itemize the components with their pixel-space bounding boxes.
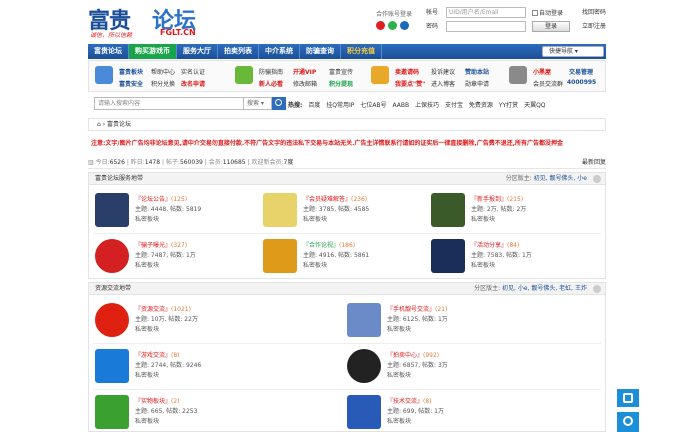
logo-domain: FGLT.CN (160, 28, 196, 37)
auto-login-checkbox[interactable]: 自动登录 (532, 7, 563, 20)
quick-link[interactable]: 投诉建议 (431, 67, 455, 76)
qq-icon[interactable] (376, 21, 385, 30)
quick-link[interactable]: 会员交流群 (533, 79, 563, 88)
forum-icon (95, 395, 129, 429)
nav-antifraud[interactable]: 防骗查询 (300, 44, 341, 59)
collapse-icon[interactable] (593, 285, 601, 293)
register-link[interactable]: 立即注册 (582, 20, 606, 33)
login-form: 帐号 UID/用户名/Email 自动登录 找回密码 密码 登录 立即注册 (426, 6, 606, 34)
section-title[interactable]: 富贵论坛服务地带 (95, 175, 143, 182)
password-label: 密码 (426, 23, 439, 30)
password-input[interactable] (446, 21, 526, 32)
hot-link[interactable]: 挂Q常用IP (326, 102, 354, 109)
home-icon[interactable]: ⌂ (97, 121, 101, 128)
main-nav: 富贵论坛 购买游戏币 服务大厅 拍卖列表 中介系统 防骗查询 积分充值 快捷导航… (88, 44, 606, 59)
quick-link[interactable]: 改名申请 (181, 79, 205, 88)
account-input[interactable]: UID/用户名/Email (446, 7, 526, 18)
forum-section-service: 富贵论坛服务地带 分区版主: 初见, 靓号佛头, 小e 『论坛公告』(125) … (88, 172, 606, 279)
quick-link[interactable]: 富贵板块 (119, 67, 143, 76)
quick-link[interactable]: 开通VIP (293, 67, 316, 76)
hot-link[interactable]: 上保技巧 (415, 102, 439, 109)
hot-link[interactable]: 天翼QQ (524, 102, 545, 109)
quick-link[interactable]: 勋章申请 (465, 79, 489, 88)
hot-link[interactable]: AABB (392, 102, 409, 109)
hot-link[interactable]: 百度 (308, 102, 320, 109)
notice-text: 注意:文字/图片广告均非论坛意见,请中介交易勿直接付款.不符广告文字的违法私下交… (91, 140, 563, 147)
forum-icon (263, 239, 297, 273)
nav-recharge[interactable]: 积分充值 (341, 44, 382, 59)
search-side-icon[interactable] (617, 412, 639, 432)
wechat-icon[interactable] (388, 21, 397, 30)
forum-icon (95, 193, 129, 227)
coop-login-label: 合作账号登录 (376, 11, 413, 18)
forum-icon (431, 193, 465, 227)
search-type-select[interactable]: 搜索 ▾ (244, 97, 272, 110)
plant-icon (235, 66, 253, 84)
section-moderators: 分区版主: 初见, 小e, 靓号佛头, 老虹, 王炸 (474, 285, 587, 292)
hot-search: 热搜: 百度 挂Q常用IP 七位AB号 AABB 上保技巧 支付宝 免费资源 Y… (288, 100, 550, 109)
quick-panel: 富贵板块 帮助中心 实名认证 富贵安全 积分兑换 改名申请 防骗指南 开通VIP… (88, 60, 606, 92)
quick-link[interactable]: 卖邀请码 (395, 67, 419, 76)
quick-link[interactable]: 4000995 (567, 79, 596, 86)
quick-link[interactable]: 交易管理 (569, 67, 593, 76)
nav-escrow[interactable]: 中介系统 (259, 44, 300, 59)
search-input[interactable]: 请输入搜索内容 (94, 97, 244, 110)
logo-slogan: 诚信，所以信赖 (90, 32, 133, 39)
quick-link[interactable]: 小黑屋 (533, 67, 551, 76)
quick-link[interactable]: 修改邮箱 (293, 79, 317, 88)
forum-stats: ▥ 今日:6526 | 昨日:1478 | 帖子:560039 | 会员:110… (88, 157, 606, 169)
breadcrumb: ⌂ › 富贵论坛 (88, 118, 606, 131)
quick-link[interactable]: 防骗指南 (259, 67, 283, 76)
feedback-icon[interactable] (617, 389, 639, 407)
hot-search-label: 热搜: (288, 102, 303, 109)
quick-link[interactable]: 实名认证 (181, 67, 205, 76)
hot-link[interactable]: 七位AB号 (360, 102, 386, 109)
nav-home[interactable]: 富贵论坛 (88, 44, 129, 59)
nav-buy-coin[interactable]: 购买游戏币 (129, 44, 177, 59)
quick-link[interactable]: 积分兑换 (151, 79, 175, 88)
forum-icon (95, 349, 129, 383)
forum-icon (95, 239, 129, 273)
forum-icon (347, 349, 381, 383)
quick-link[interactable]: 我要点"赞" (395, 79, 425, 88)
site-logo[interactable]: 富贵 论坛 诚信，所以信赖 FGLT.CN (88, 3, 200, 39)
forum-icon (431, 239, 465, 273)
weibo-icon[interactable] (400, 21, 409, 30)
forum-icon (263, 193, 297, 227)
quick-link[interactable]: 帮助中心 (151, 67, 175, 76)
hot-link[interactable]: 支付宝 (445, 102, 463, 109)
quick-nav-dropdown[interactable]: 快捷导航 ▾ (542, 46, 604, 57)
search-icon[interactable] (272, 97, 286, 110)
quick-link[interactable]: 进入博客 (431, 79, 455, 88)
quick-link[interactable]: 积分提现 (329, 79, 353, 88)
forum-icon (347, 395, 381, 429)
nav-auction[interactable]: 拍卖列表 (218, 44, 259, 59)
stats-icon: ▥ (88, 159, 94, 166)
search-person-icon (509, 66, 527, 84)
account-label: 帐号 (426, 9, 439, 16)
login-button[interactable]: 登录 (532, 21, 570, 32)
home-icon (95, 66, 113, 84)
find-password-link[interactable]: 找回密码 (582, 6, 606, 19)
latest-replies-link[interactable]: 最新回复 (582, 157, 606, 168)
forum-icon (347, 303, 381, 337)
quick-link[interactable]: 赞助本站 (465, 67, 489, 76)
forum-icon (95, 303, 129, 337)
hot-link[interactable]: 免费资源 (469, 102, 493, 109)
quick-link[interactable]: 富贵宣传 (329, 67, 353, 76)
collapse-icon[interactable] (593, 175, 601, 183)
nav-service[interactable]: 服务大厅 (177, 44, 218, 59)
hot-link[interactable]: YY打赏 (499, 102, 518, 109)
breadcrumb-item[interactable]: 富贵论坛 (107, 121, 131, 128)
quick-link[interactable]: 新人必看 (259, 79, 283, 88)
section-moderators: 分区版主: 初见, 靓号佛头, 小e (505, 175, 587, 182)
gift-icon (371, 66, 389, 84)
section-title[interactable]: 资源交流地带 (95, 285, 131, 292)
forum-section-resource: 资源交流地带 分区版主: 初见, 小e, 靓号佛头, 老虹, 王炸 『资源交流』… (88, 282, 606, 432)
quick-link[interactable]: 富贵安全 (119, 79, 143, 88)
